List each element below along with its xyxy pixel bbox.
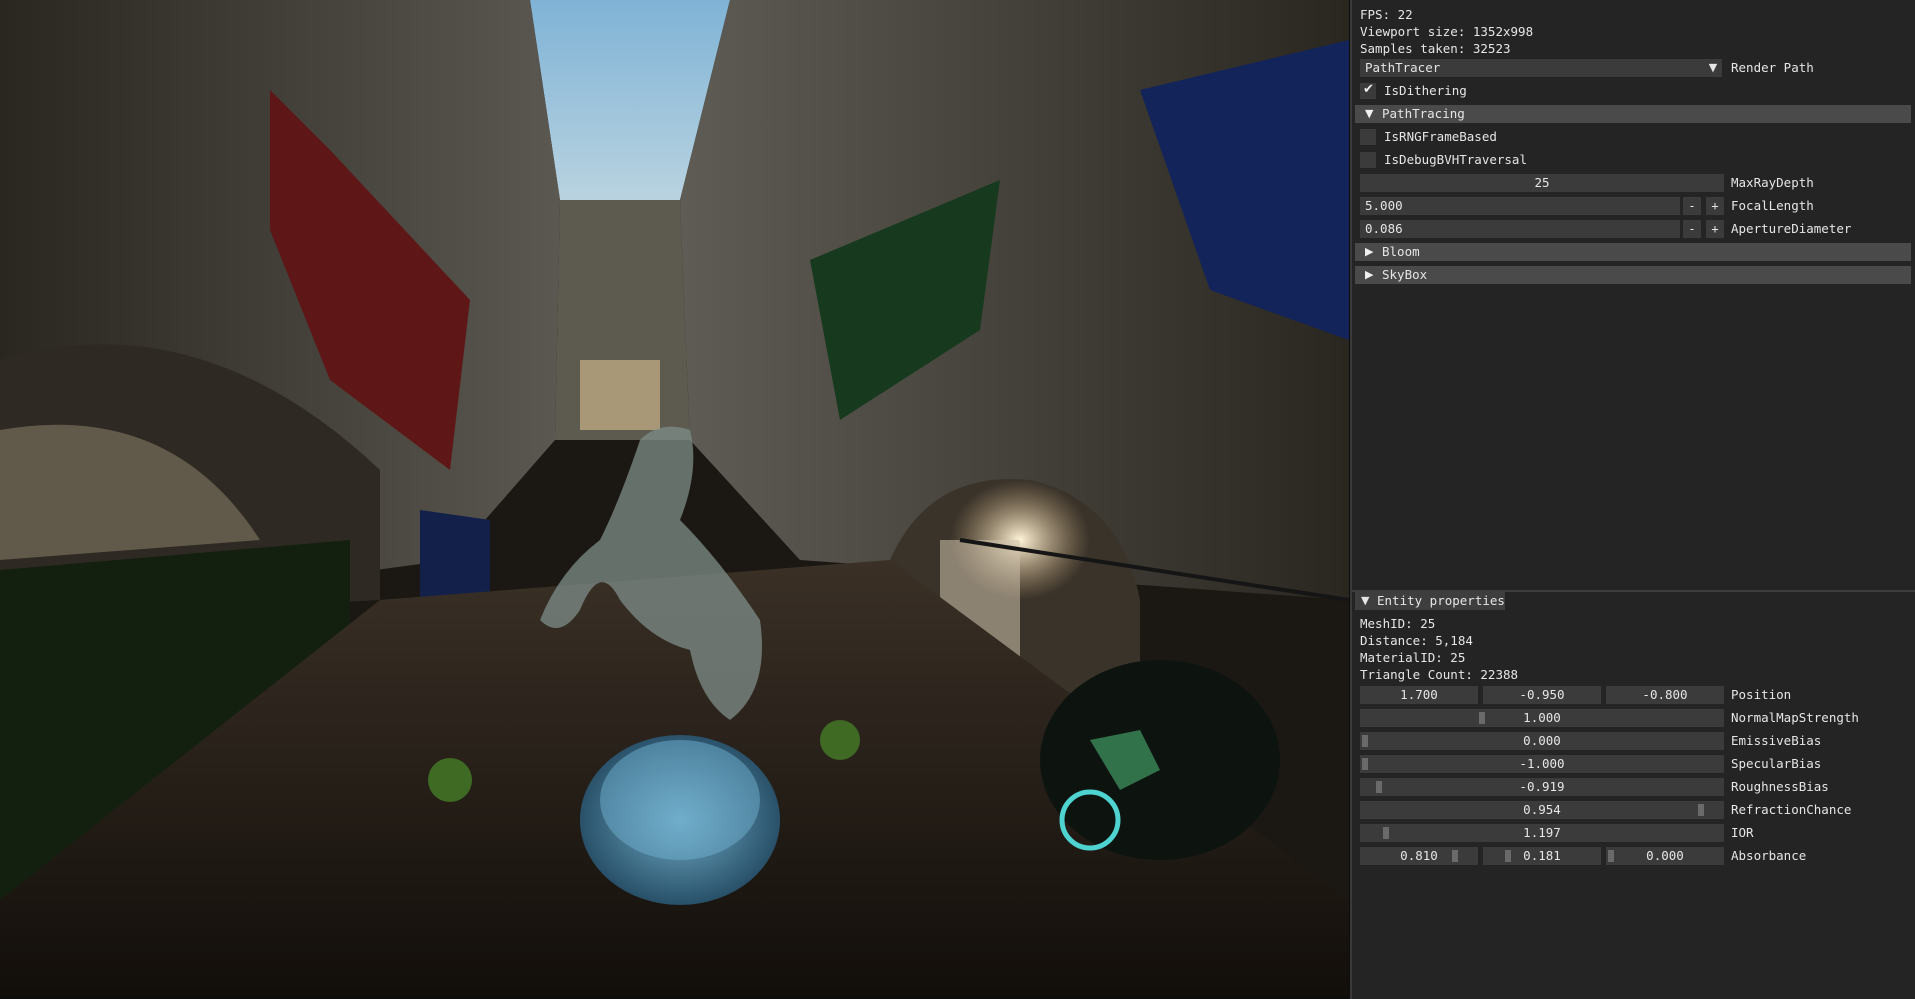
emissive-bias-row: 0.000 EmissiveBias xyxy=(1360,732,1911,750)
slider-grab[interactable] xyxy=(1698,804,1705,816)
normal-map-strength-label: NormalMapStrength xyxy=(1731,710,1859,725)
normal-map-strength-slider[interactable]: 1.000 xyxy=(1360,709,1724,727)
aperture-row: 0.086 - + ApertureDiameter xyxy=(1360,220,1911,238)
path-tracing-header[interactable]: ▼ PathTracing xyxy=(1355,105,1911,123)
aperture-increment-button[interactable]: + xyxy=(1706,220,1724,238)
checkmark-icon: ✔ xyxy=(1363,82,1374,97)
refraction-chance-slider[interactable]: 0.954 xyxy=(1360,801,1724,819)
emissive-bias-slider[interactable]: 0.000 xyxy=(1360,732,1724,750)
max-ray-depth-row: 25 MaxRayDepth xyxy=(1360,174,1911,192)
absorbance-r-slider[interactable]: 0.810 xyxy=(1360,847,1478,865)
position-y-field[interactable]: -0.950 xyxy=(1483,686,1601,704)
inspector-panel: FPS: 22 Viewport size: 1352x998 Samples … xyxy=(1350,0,1915,999)
slider-grab[interactable] xyxy=(1362,735,1368,747)
is-debug-bvh-label: IsDebugBVHTraversal xyxy=(1384,152,1527,167)
ior-slider[interactable]: 1.197 xyxy=(1360,824,1724,842)
aperture-label: ApertureDiameter xyxy=(1731,221,1852,236)
render-path-row: PathTracer ▼ Render Path xyxy=(1360,59,1911,77)
is-rng-frame-based-checkbox[interactable] xyxy=(1360,129,1376,145)
absorbance-g-slider[interactable]: 0.181 xyxy=(1483,847,1601,865)
focal-length-decrement-button[interactable]: - xyxy=(1683,197,1701,215)
ior-label: IOR xyxy=(1731,825,1754,840)
focal-length-input[interactable]: 5.000 xyxy=(1360,197,1680,215)
absorbance-label: Absorbance xyxy=(1731,848,1807,863)
emissive-bias-label: EmissiveBias xyxy=(1731,733,1822,748)
absorbance-g-value: 0.181 xyxy=(1523,848,1561,863)
is-dithering-label: IsDithering xyxy=(1384,83,1467,98)
is-dithering-checkbox[interactable]: ✔ xyxy=(1360,82,1376,99)
aperture-input[interactable]: 0.086 xyxy=(1360,220,1680,238)
refraction-chance-row: 0.954 RefractionChance xyxy=(1360,801,1911,819)
expand-arrow-icon: ▶ xyxy=(1365,245,1374,258)
collapse-arrow-icon: ▼ xyxy=(1365,107,1374,120)
is-dithering-row: ✔ IsDithering xyxy=(1360,82,1911,100)
render-path-value: PathTracer xyxy=(1365,60,1441,75)
slider-grab[interactable] xyxy=(1478,712,1485,724)
slider-grab[interactable] xyxy=(1376,781,1383,793)
specular-bias-row: -1.000 SpecularBias xyxy=(1360,755,1911,773)
ior-row: 1.197 IOR xyxy=(1360,824,1911,842)
position-x-field[interactable]: 1.700 xyxy=(1360,686,1478,704)
position-label: Position xyxy=(1731,687,1792,702)
mesh-id-readout: MeshID: 25 xyxy=(1360,616,1436,631)
distance-readout: Distance: 5,184 xyxy=(1360,633,1473,648)
is-rng-frame-based-row: IsRNGFrameBased xyxy=(1360,128,1911,146)
samples-readout: Samples taken: 32523 xyxy=(1360,41,1511,56)
specular-bias-slider[interactable]: -1.000 xyxy=(1360,755,1724,773)
absorbance-row: 0.810 0.181 0.000 Absorbance xyxy=(1360,847,1911,865)
focal-length-label: FocalLength xyxy=(1731,198,1814,213)
fps-readout: FPS: 22 xyxy=(1360,7,1413,22)
slider-grab[interactable] xyxy=(1452,850,1458,862)
entity-properties-label: Entity properties xyxy=(1377,593,1505,608)
refraction-chance-value: 0.954 xyxy=(1523,802,1561,817)
roughness-bias-value: -0.919 xyxy=(1519,779,1565,794)
is-rng-frame-based-label: IsRNGFrameBased xyxy=(1384,129,1497,144)
bloom-header[interactable]: ▶ Bloom xyxy=(1355,243,1911,261)
path-tracing-header-label: PathTracing xyxy=(1382,106,1465,121)
is-debug-bvh-row: IsDebugBVHTraversal xyxy=(1360,151,1911,169)
normal-map-strength-value: 1.000 xyxy=(1523,710,1561,725)
position-z-field[interactable]: -0.800 xyxy=(1606,686,1724,704)
entity-properties-tab[interactable]: ▼ Entity properties xyxy=(1355,592,1505,610)
max-ray-depth-field[interactable]: 25 xyxy=(1360,174,1724,192)
focal-length-increment-button[interactable]: + xyxy=(1706,197,1724,215)
specular-bias-label: SpecularBias xyxy=(1731,756,1822,771)
absorbance-b-slider[interactable]: 0.000 xyxy=(1606,847,1724,865)
ior-value: 1.197 xyxy=(1523,825,1561,840)
normal-map-strength-row: 1.000 NormalMapStrength xyxy=(1360,709,1911,727)
refraction-chance-label: RefractionChance xyxy=(1731,802,1852,817)
focal-length-row: 5.000 - + FocalLength xyxy=(1360,197,1911,215)
skybox-header[interactable]: ▶ SkyBox xyxy=(1355,266,1911,284)
absorbance-r-value: 0.810 xyxy=(1400,848,1438,863)
absorbance-b-value: 0.000 xyxy=(1646,848,1684,863)
roughness-bias-label: RoughnessBias xyxy=(1731,779,1829,794)
triangle-count-readout: Triangle Count: 22388 xyxy=(1360,667,1519,682)
chevron-down-icon[interactable]: ▼ xyxy=(1704,59,1722,77)
roughness-bias-slider[interactable]: -0.919 xyxy=(1360,778,1724,796)
collapse-arrow-icon: ▼ xyxy=(1361,594,1370,607)
render-viewport[interactable] xyxy=(0,0,1349,996)
slider-grab[interactable] xyxy=(1608,850,1614,862)
emissive-bias-value: 0.000 xyxy=(1523,733,1561,748)
material-id-readout: MaterialID: 25 xyxy=(1360,650,1466,665)
render-path-combo[interactable]: PathTracer ▼ xyxy=(1360,59,1722,77)
render-path-label: Render Path xyxy=(1731,60,1814,75)
specular-bias-value: -1.000 xyxy=(1519,756,1565,771)
aperture-decrement-button[interactable]: - xyxy=(1683,220,1701,238)
expand-arrow-icon: ▶ xyxy=(1365,268,1374,281)
skybox-header-label: SkyBox xyxy=(1382,267,1428,282)
slider-grab[interactable] xyxy=(1383,827,1390,839)
scene-render xyxy=(0,0,1349,996)
slider-grab[interactable] xyxy=(1362,758,1368,770)
roughness-bias-row: -0.919 RoughnessBias xyxy=(1360,778,1911,796)
is-debug-bvh-checkbox[interactable] xyxy=(1360,152,1376,168)
position-row: 1.700 -0.950 -0.800 Position xyxy=(1360,686,1911,704)
max-ray-depth-label: MaxRayDepth xyxy=(1731,175,1814,190)
slider-grab[interactable] xyxy=(1505,850,1511,862)
bloom-header-label: Bloom xyxy=(1382,244,1420,259)
viewport-size-readout: Viewport size: 1352x998 xyxy=(1360,24,1534,39)
